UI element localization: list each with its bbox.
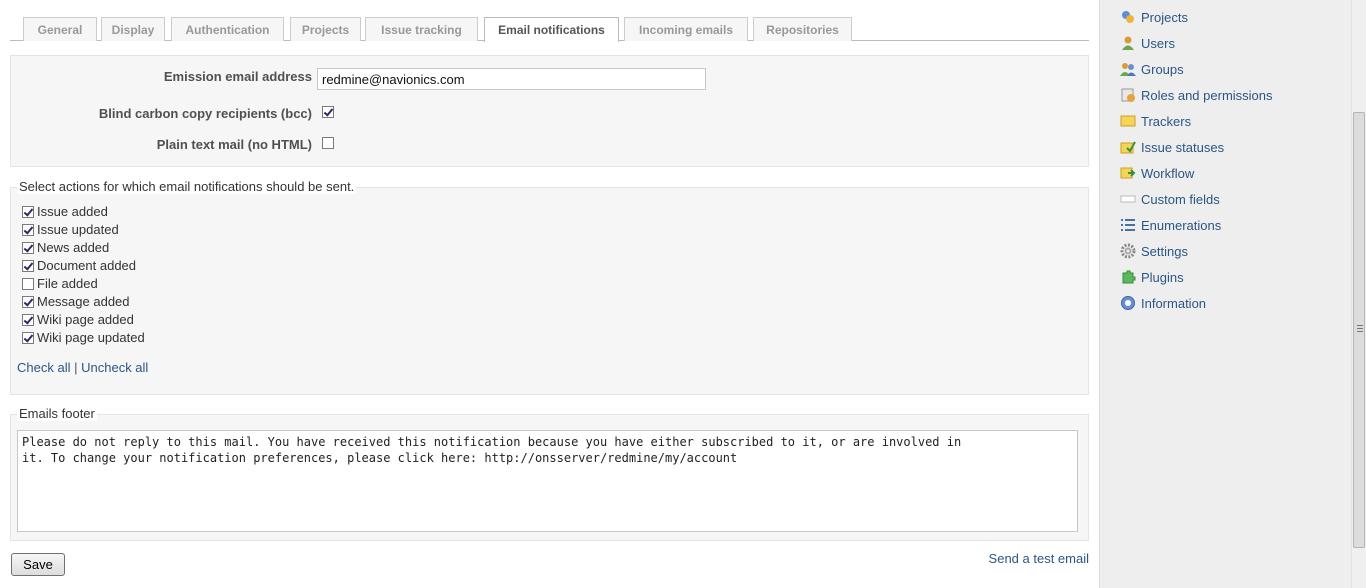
sidebar-item-label: Groups bbox=[1141, 61, 1184, 77]
emails-footer-legend: Emails footer bbox=[17, 406, 97, 421]
sidebar-item-groups[interactable]: Groups bbox=[1120, 60, 1184, 78]
custom-fields-icon bbox=[1120, 191, 1136, 207]
tracker-icon bbox=[1120, 113, 1136, 129]
notify-wiki-page-updated-label: Wiki page updated bbox=[37, 330, 145, 345]
notify-file-added-checkbox[interactable] bbox=[22, 278, 34, 290]
sidebar-item-roles[interactable]: Roles and permissions bbox=[1120, 86, 1273, 104]
sidebar-item-label: Roles and permissions bbox=[1141, 87, 1273, 103]
notify-message-added-checkbox[interactable] bbox=[22, 296, 34, 308]
user-icon bbox=[1120, 35, 1136, 51]
group-icon bbox=[1120, 61, 1136, 77]
emission-email-label: Emission email address bbox=[163, 69, 312, 84]
info-icon bbox=[1120, 295, 1136, 311]
sidebar-item-workflow[interactable]: Workflow bbox=[1120, 164, 1194, 182]
plain-text-checkbox[interactable] bbox=[322, 137, 334, 149]
notifications-legend: Select actions for which email notificat… bbox=[17, 179, 357, 194]
sidebar-item-trackers[interactable]: Trackers bbox=[1120, 112, 1191, 130]
emission-email-input[interactable]: redmine@navionics.com bbox=[317, 68, 706, 90]
sidebar-item-users[interactable]: Users bbox=[1120, 34, 1175, 52]
notify-news-added-label: News added bbox=[37, 240, 110, 255]
notify-wiki-page-added-checkbox[interactable] bbox=[22, 314, 34, 326]
notify-wiki-page-updated-checkbox[interactable] bbox=[22, 332, 34, 344]
sidebar-item-label: Users bbox=[1141, 35, 1175, 51]
tab-general[interactable]: General bbox=[23, 17, 97, 41]
tab-display[interactable]: Display bbox=[101, 17, 165, 41]
sidebar-item-settings[interactable]: Settings bbox=[1120, 242, 1188, 260]
projects-icon bbox=[1120, 9, 1136, 25]
save-button[interactable]: Save bbox=[11, 553, 65, 576]
sidebar-item-label: Workflow bbox=[1141, 165, 1195, 181]
sidebar-item-label: Plugins bbox=[1141, 269, 1184, 285]
emails-footer-textarea[interactable]: Please do not reply to this mail. You ha… bbox=[17, 430, 1078, 532]
list-icon bbox=[1120, 217, 1136, 233]
roles-icon bbox=[1120, 87, 1136, 103]
sidebar-item-label: Enumerations bbox=[1141, 217, 1222, 233]
notify-issue-added-label: Issue added bbox=[37, 204, 108, 219]
tab-repositories[interactable]: Repositories bbox=[753, 17, 852, 41]
notify-news-added-checkbox[interactable] bbox=[22, 242, 34, 254]
check-all-link[interactable]: Check all bbox=[17, 360, 70, 375]
bcc-checkbox[interactable] bbox=[322, 106, 334, 118]
sidebar-item-custom-fields[interactable]: Custom fields bbox=[1120, 190, 1220, 208]
link-separator: | bbox=[74, 360, 78, 375]
sidebar-item-plugins[interactable]: Plugins bbox=[1120, 268, 1184, 286]
notify-message-added-label: Message added bbox=[37, 294, 130, 309]
notify-issue-updated-label: Issue updated bbox=[37, 222, 119, 237]
sidebar-item-label: Custom fields bbox=[1141, 191, 1220, 207]
send-test-email-link[interactable]: Send a test email bbox=[989, 551, 1089, 566]
settings-tabs: General Display Authentication Projects … bbox=[10, 17, 1089, 42]
sidebar-item-information[interactable]: Information bbox=[1120, 294, 1206, 312]
sidebar-item-projects[interactable]: Projects bbox=[1120, 8, 1188, 26]
plain-text-label: Plain text mail (no HTML) bbox=[156, 137, 312, 152]
scrollbar-thumb[interactable] bbox=[1353, 112, 1365, 548]
gear-icon bbox=[1120, 243, 1136, 259]
plugin-icon bbox=[1120, 269, 1136, 285]
issue-status-icon bbox=[1120, 139, 1136, 155]
admin-sidebar: Projects Users Groups Roles and permissi… bbox=[1099, 0, 1351, 588]
notify-wiki-page-added-label: Wiki page added bbox=[37, 312, 134, 327]
uncheck-all-link[interactable]: Uncheck all bbox=[81, 360, 148, 375]
sidebar-item-label: Issue statuses bbox=[1141, 139, 1225, 155]
page-scrollbar[interactable] bbox=[1351, 0, 1366, 588]
tab-incoming-emails[interactable]: Incoming emails bbox=[624, 17, 748, 41]
bcc-label: Blind carbon copy recipients (bcc) bbox=[98, 106, 312, 121]
notify-issue-updated-checkbox[interactable] bbox=[22, 224, 34, 236]
notify-document-added-label: Document added bbox=[37, 258, 137, 273]
tab-authentication[interactable]: Authentication bbox=[171, 17, 284, 41]
notify-issue-added-checkbox[interactable] bbox=[22, 206, 34, 218]
tab-issue-tracking[interactable]: Issue tracking bbox=[365, 17, 478, 41]
notify-file-added-label: File added bbox=[37, 276, 98, 291]
sidebar-item-label: Trackers bbox=[1141, 113, 1192, 129]
sidebar-item-enumerations[interactable]: Enumerations bbox=[1120, 216, 1221, 234]
sidebar-item-label: Information bbox=[1141, 295, 1207, 311]
notifications-fieldset bbox=[10, 187, 1089, 395]
notify-document-added-checkbox[interactable] bbox=[22, 260, 34, 272]
sidebar-item-label: Projects bbox=[1141, 9, 1188, 25]
scrollbar-grip-icon bbox=[1357, 325, 1363, 334]
sidebar-item-label: Settings bbox=[1141, 243, 1188, 259]
tab-projects[interactable]: Projects bbox=[290, 17, 361, 41]
tab-email-notifications[interactable]: Email notifications bbox=[484, 17, 619, 42]
sidebar-item-issue-statuses[interactable]: Issue statuses bbox=[1120, 138, 1224, 156]
workflow-icon bbox=[1120, 165, 1136, 181]
check-links: Check all | Uncheck all bbox=[17, 360, 148, 375]
